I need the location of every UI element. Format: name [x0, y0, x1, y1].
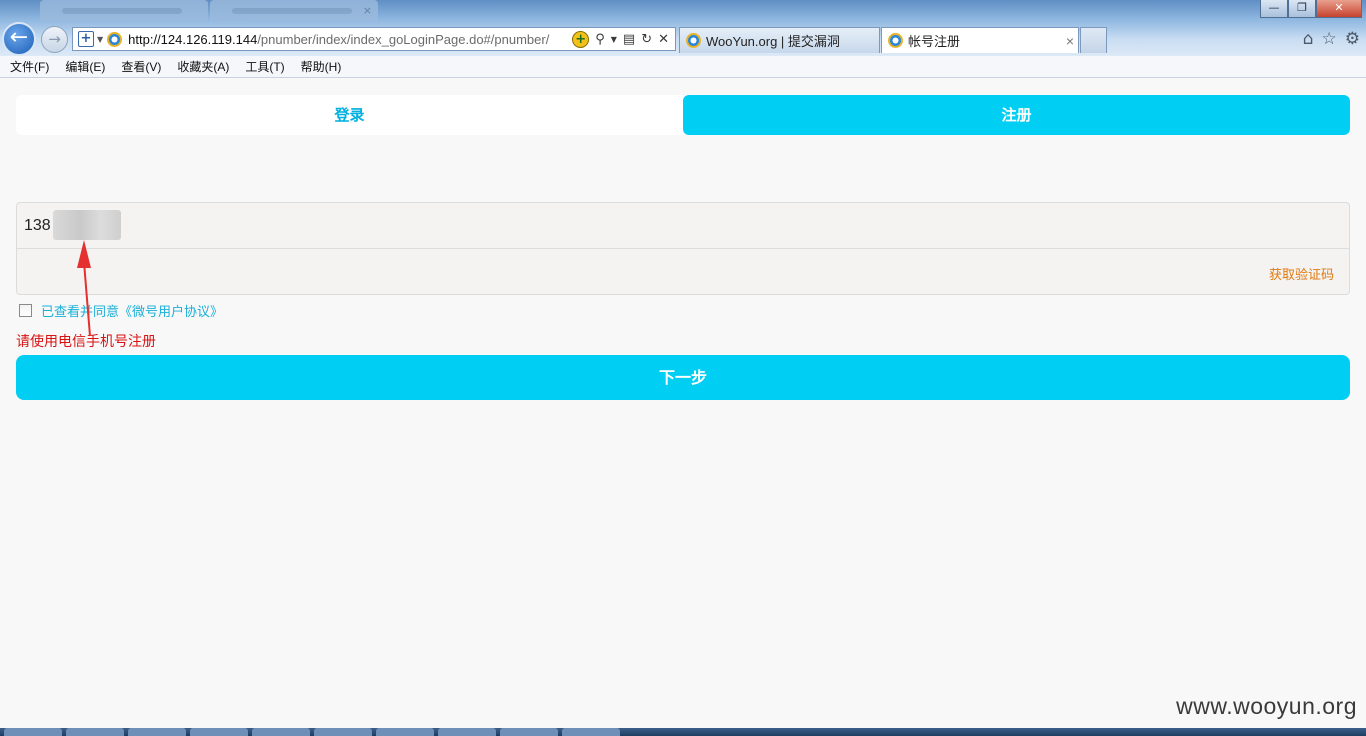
register-form: 138 获取验证码: [16, 202, 1350, 295]
phone-input[interactable]: 138: [24, 217, 51, 235]
new-tab-button[interactable]: [1080, 27, 1107, 53]
background-tab: ×: [210, 0, 378, 22]
background-window-tabs: ×: [40, 0, 380, 22]
ie-page-icon: [888, 33, 903, 48]
tab-register-form[interactable]: 注册: [683, 95, 1350, 135]
gear-icon[interactable]: ⚙: [1345, 29, 1360, 49]
tab-label: WooYun.org | 提交漏洞: [706, 34, 840, 49]
tab-label: 帐号注册: [908, 34, 961, 49]
stop-icon[interactable]: ✕: [658, 32, 669, 47]
tab-wooyun[interactable]: WooYun.org | 提交漏洞: [679, 27, 880, 53]
taskbar-button[interactable]: [562, 728, 620, 736]
restore-button[interactable]: ❐: [1288, 0, 1316, 18]
refresh-icon[interactable]: ↻: [641, 32, 652, 47]
url-domain: http://124.126.119.144: [128, 31, 258, 47]
tab-register[interactable]: 帐号注册 ×: [881, 27, 1079, 53]
add-site-icon[interactable]: +: [78, 31, 94, 47]
menu-view[interactable]: 查看(V): [115, 58, 167, 75]
home-icon[interactable]: ⌂: [1303, 29, 1314, 49]
window-controls: — ❐ ✕: [1260, 0, 1362, 18]
menu-edit[interactable]: 编辑(E): [59, 58, 111, 75]
taskbar-button[interactable]: [500, 728, 558, 736]
agreement-checkbox[interactable]: [19, 304, 32, 317]
arrow-left-icon: ←: [9, 25, 29, 50]
menu-tools[interactable]: 工具(T): [239, 58, 290, 75]
menu-bar: 文件(F) 编辑(E) 查看(V) 收藏夹(A) 工具(T) 帮助(H): [0, 56, 1366, 78]
dropdown-icon[interactable]: ▼: [611, 35, 617, 44]
next-step-button[interactable]: 下一步: [16, 355, 1350, 400]
address-tools: + ⚲ ▼ ▤ ↻ ✕: [572, 30, 675, 48]
taskbar-button[interactable]: [66, 728, 124, 736]
browser-toolbar-icons: ⌂ ☆ ⚙: [1303, 29, 1360, 49]
menu-favorites[interactable]: 收藏夹(A): [171, 58, 235, 75]
compatibility-view-icon[interactable]: +: [572, 30, 590, 48]
menu-help[interactable]: 帮助(H): [295, 58, 348, 75]
taskbar: [0, 728, 1366, 736]
search-icon[interactable]: ⚲: [595, 32, 605, 47]
get-code-button[interactable]: 获取验证码: [1269, 264, 1334, 283]
address-bar[interactable]: + ▼ http://124.126.119.144/pnumber/index…: [72, 27, 676, 51]
rss-icon[interactable]: ▤: [623, 32, 635, 47]
agreement-row: 已查看并同意《微号用户协议》: [19, 301, 223, 320]
chevron-down-icon[interactable]: ▼: [97, 35, 103, 44]
taskbar-button[interactable]: [376, 728, 434, 736]
login-register-switch: 登录 注册: [16, 95, 1350, 135]
verification-code-field[interactable]: 获取验证码: [17, 249, 1349, 295]
minimize-button[interactable]: —: [1260, 0, 1288, 18]
close-tab-icon[interactable]: ×: [1066, 33, 1074, 49]
annotation-hint: 请使用电信手机号注册: [16, 334, 156, 350]
page-content: 登录 注册 138 获取验证码 已查看并同意《微号用户协议》 请使用电信手机号注…: [0, 79, 1366, 728]
taskbar-button[interactable]: [252, 728, 310, 736]
menu-file[interactable]: 文件(F): [4, 58, 55, 75]
redacted-phone-digits: [53, 210, 121, 240]
url-path: /pnumber/index/index_goLoginPage.do#/pnu…: [257, 31, 550, 47]
browser-chrome: × — ❐ ✕ ← → + ▼ http://124.126.119.144/p…: [0, 0, 1366, 56]
phone-field[interactable]: 138: [17, 203, 1349, 249]
favorites-star-icon[interactable]: ☆: [1322, 29, 1337, 49]
address-url[interactable]: http://124.126.119.144/pnumber/index/ind…: [128, 32, 558, 47]
taskbar-button[interactable]: [190, 728, 248, 736]
taskbar-button[interactable]: [4, 728, 62, 736]
forward-button[interactable]: →: [41, 26, 68, 53]
close-window-button[interactable]: ✕: [1316, 0, 1362, 18]
agreement-link[interactable]: 已查看并同意《微号用户协议》: [41, 301, 223, 320]
tab-login[interactable]: 登录: [16, 95, 683, 135]
watermark: www.wooyun.org: [1176, 693, 1357, 719]
taskbar-button[interactable]: [314, 728, 372, 736]
taskbar-button[interactable]: [438, 728, 496, 736]
ie-page-icon: [107, 31, 123, 47]
back-button[interactable]: ←: [2, 22, 36, 56]
ie-page-icon: [686, 33, 701, 48]
arrow-right-icon: →: [48, 30, 61, 48]
taskbar-button[interactable]: [128, 728, 186, 736]
background-tab: [40, 0, 208, 22]
